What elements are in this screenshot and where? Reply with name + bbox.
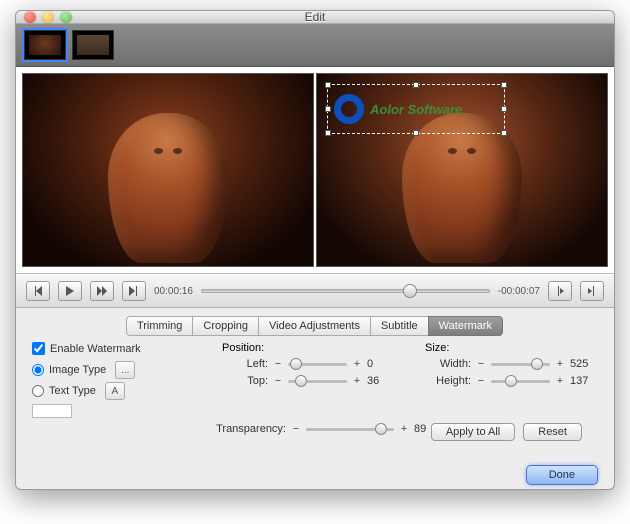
browse-image-button[interactable]: ... <box>115 361 135 379</box>
watermark-logo-icon <box>334 94 364 124</box>
watermark-logo-text: Aolor Software <box>370 102 462 117</box>
fast-forward-button[interactable] <box>90 281 114 301</box>
color-swatch[interactable] <box>32 404 72 418</box>
current-time: 00:00:16 <box>154 286 193 297</box>
edit-window: Edit Aolor Software 00:00:16 -00:00:07 <box>15 10 615 490</box>
mark-out-button[interactable] <box>580 281 604 301</box>
clip-thumbnail[interactable] <box>24 30 66 60</box>
done-button[interactable]: Done <box>526 465 598 485</box>
tab-subtitle[interactable]: Subtitle <box>370 316 429 336</box>
transparency-slider[interactable] <box>306 422 394 436</box>
size-label: Size: <box>425 342 598 354</box>
width-value: 525 <box>570 358 598 370</box>
image-type-label: Image Type <box>49 364 106 376</box>
remaining-time: -00:00:07 <box>498 286 540 297</box>
text-type-label: Text Type <box>49 385 96 397</box>
next-button[interactable] <box>122 281 146 301</box>
reset-button[interactable]: Reset <box>523 423 582 441</box>
minus-icon[interactable]: − <box>475 375 487 387</box>
plus-icon[interactable]: + <box>554 358 566 370</box>
text-type-radio[interactable] <box>32 385 44 397</box>
tab-cropping[interactable]: Cropping <box>192 316 259 336</box>
minus-icon[interactable]: − <box>272 358 284 370</box>
minus-icon[interactable]: − <box>290 423 302 435</box>
clip-thumbnail[interactable] <box>72 30 114 60</box>
seek-slider[interactable] <box>201 284 490 298</box>
window-title: Edit <box>16 10 614 24</box>
tab-watermark[interactable]: Watermark <box>428 316 503 336</box>
height-slider[interactable] <box>491 374 550 388</box>
mark-in-button[interactable] <box>548 281 572 301</box>
plus-icon[interactable]: + <box>351 358 363 370</box>
plus-icon[interactable]: + <box>398 423 410 435</box>
minus-icon[interactable]: − <box>272 375 284 387</box>
enable-watermark-checkbox[interactable]: Enable Watermark <box>32 342 192 355</box>
prev-button[interactable] <box>26 281 50 301</box>
text-style-button[interactable]: A <box>105 382 125 400</box>
watermark-bounds[interactable]: Aolor Software <box>327 84 505 134</box>
titlebar: Edit <box>16 11 614 24</box>
thumbnail-bar <box>16 24 614 67</box>
height-value: 137 <box>570 375 598 387</box>
preview-result[interactable]: Aolor Software <box>316 73 608 267</box>
top-value: 36 <box>367 375 395 387</box>
image-type-radio[interactable] <box>32 364 44 376</box>
play-button[interactable] <box>58 281 82 301</box>
plus-icon[interactable]: + <box>351 375 363 387</box>
tab-bar: Trimming Cropping Video Adjustments Subt… <box>16 316 614 336</box>
position-label: Position: <box>222 342 395 354</box>
tab-trimming[interactable]: Trimming <box>126 316 193 336</box>
apply-to-all-button[interactable]: Apply to All <box>431 423 515 441</box>
width-slider[interactable] <box>491 357 550 371</box>
left-slider[interactable] <box>288 357 347 371</box>
preview-original <box>22 73 314 267</box>
minus-icon[interactable]: − <box>475 358 487 370</box>
top-slider[interactable] <box>288 374 347 388</box>
left-value: 0 <box>367 358 395 370</box>
plus-icon[interactable]: + <box>554 375 566 387</box>
tab-video-adjustments[interactable]: Video Adjustments <box>258 316 371 336</box>
